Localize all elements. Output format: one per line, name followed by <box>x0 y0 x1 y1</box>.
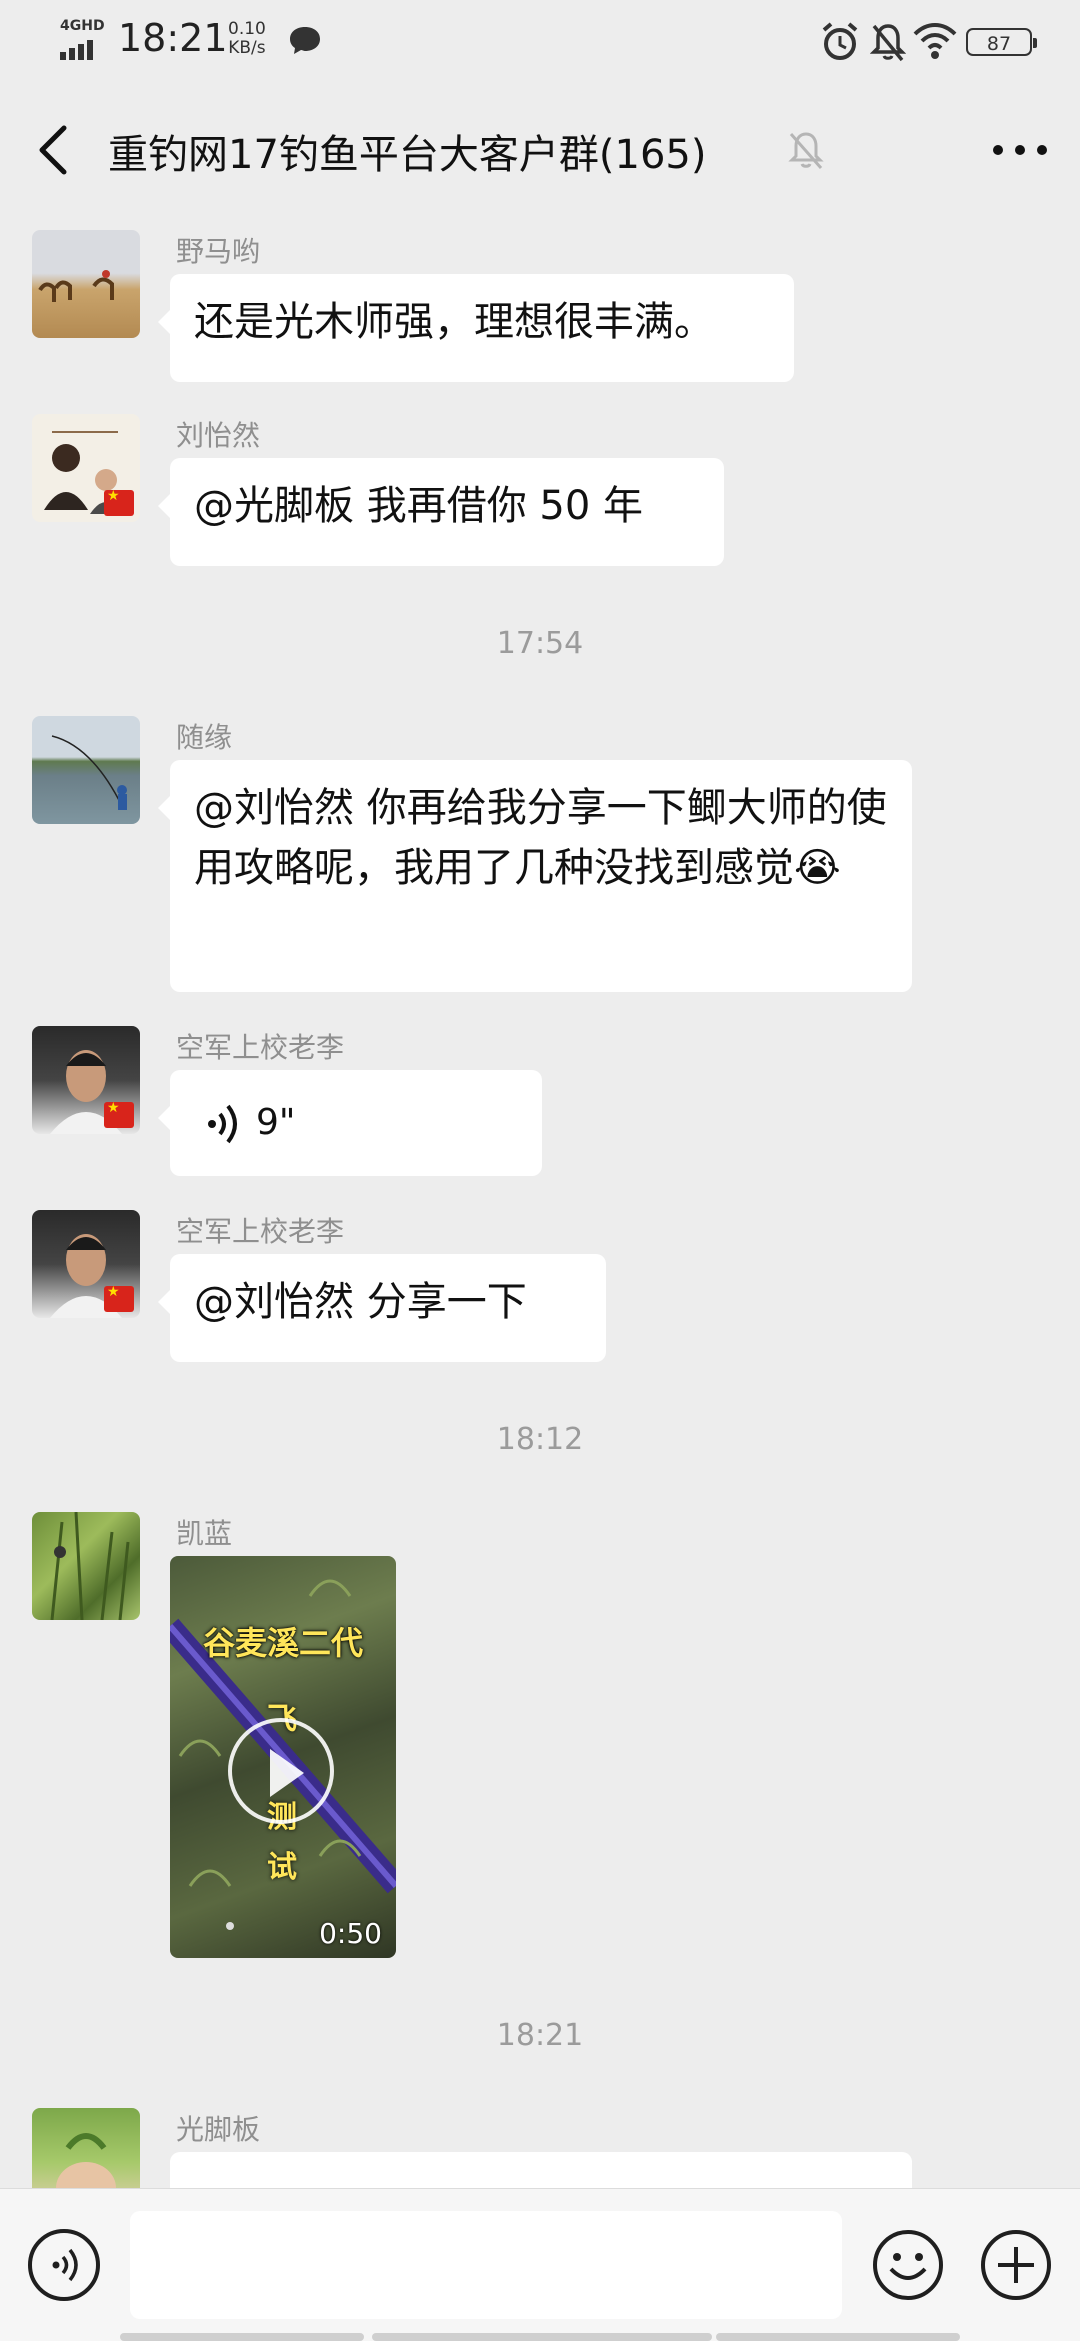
sender-name: 光脚板 <box>176 2113 261 2146</box>
avatar[interactable] <box>32 230 140 338</box>
message-bubble[interactable] <box>170 2152 912 2188</box>
sender-name: 空军上校老李 <box>176 1215 345 1248</box>
message-text-field[interactable] <box>130 2211 842 2319</box>
flag-badge-icon <box>104 488 134 516</box>
message-bubble[interactable]: @刘怡然 你再给我分享一下鲫大师的使用攻略呢，我用了几种没找到感觉😭 <box>158 760 912 992</box>
video-caption: 试 <box>267 1850 297 1885</box>
avatar[interactable] <box>32 414 140 522</box>
back-arrow-icon[interactable] <box>30 122 80 178</box>
avatar[interactable] <box>32 1512 140 1620</box>
avatar[interactable] <box>32 1026 140 1134</box>
message-bubble[interactable]: 还是光木师强，理想很丰满。 <box>158 274 794 382</box>
message-bubble[interactable]: @光脚板 我再借你 50 年 <box>158 458 724 566</box>
mute-notification-icon <box>870 24 906 62</box>
avatar[interactable] <box>32 1210 140 1318</box>
network-type: 4GHD <box>60 18 105 34</box>
flag-badge-icon <box>104 1284 134 1312</box>
sender-name: 凯蓝 <box>176 1517 233 1550</box>
timestamp: 17:54 <box>496 626 584 661</box>
status-bar: 4GHD 18:21 0.10 KB/s 87 <box>0 0 1080 84</box>
video-message[interactable]: 谷麦溪二代 飞 测 试 0:50 <box>170 1556 396 1958</box>
clock: 18:21 <box>118 16 228 60</box>
sender-name: 随缘 <box>176 721 233 754</box>
voice-wave-icon <box>208 1104 237 1144</box>
avatar[interactable] <box>32 716 140 824</box>
play-icon[interactable] <box>228 1718 334 1824</box>
speed-value: 0.10 <box>228 19 266 39</box>
sender-name: 空军上校老李 <box>176 1031 345 1064</box>
message-bubble[interactable]: @刘怡然 分享一下 <box>158 1254 606 1362</box>
alarm-icon <box>822 22 858 60</box>
message-input-bar <box>0 2188 1080 2341</box>
avatar[interactable] <box>32 2108 140 2188</box>
bell-muted-icon <box>788 132 824 169</box>
video-caption: 谷麦溪二代 <box>202 1624 363 1662</box>
timestamp: 18:21 <box>496 2018 584 2053</box>
voice-message-bubble[interactable]: 9" <box>158 1070 542 1176</box>
message-list[interactable]: 野马哟 还是光木师强，理想很丰满。 刘怡然 @光脚板 我再借你 50 年 17:… <box>0 216 1080 2188</box>
sender-name: 野马哟 <box>176 235 261 268</box>
chat-notification-icon <box>290 27 320 54</box>
timestamp: 18:12 <box>496 1422 584 1457</box>
more-options-icon[interactable] <box>988 128 1052 172</box>
sender-name: 刘怡然 <box>176 419 261 452</box>
voice-duration: 9" <box>256 1102 296 1143</box>
status-icons: 87 <box>820 20 1040 64</box>
emoji-icon[interactable] <box>872 2229 944 2301</box>
network-speed: 0.10 KB/s <box>228 20 266 58</box>
voice-input-button[interactable] <box>28 2229 100 2301</box>
chat-header: 重钓网17钓鱼平台大客户群(165) <box>0 84 1080 216</box>
voice-wave-icon <box>52 2248 78 2282</box>
battery-indicator: 87 <box>966 28 1037 56</box>
video-duration: 0:50 <box>319 1917 382 1950</box>
page-title: 重钓网17钓鱼平台大客户群(165) <box>108 132 707 178</box>
flag-badge-icon <box>104 1100 134 1128</box>
add-attachment-icon[interactable] <box>980 2229 1052 2301</box>
wifi-icon <box>913 23 957 59</box>
cellular-signal-icon: 4GHD <box>58 18 108 62</box>
speed-unit: KB/s <box>228 38 266 58</box>
